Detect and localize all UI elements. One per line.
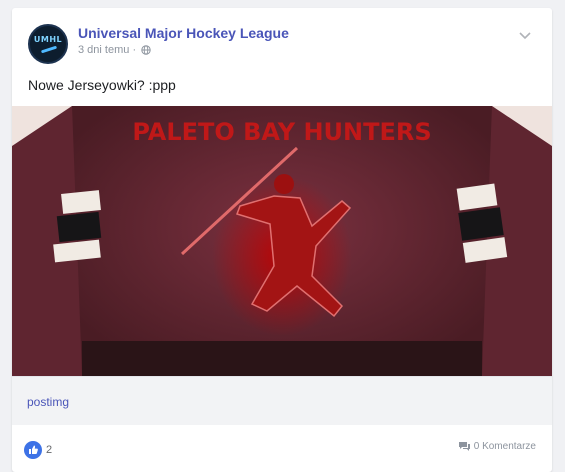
post-header: UMHL Universal Major Hockey League 3 dni… <box>28 24 538 64</box>
comments-label: 0 Komentarze <box>473 441 536 452</box>
comments-icon <box>458 442 470 451</box>
jersey-caption: PALETO BAY HUNTERS <box>132 118 431 146</box>
chevron-down-icon[interactable] <box>518 30 532 40</box>
link-preview[interactable]: postimg <box>12 376 552 425</box>
avatar[interactable]: UMHL <box>28 24 68 64</box>
post-timestamp[interactable]: 3 dni temu <box>78 44 129 56</box>
post-image[interactable]: PALETO BAY HUNTERS <box>12 106 552 376</box>
page-name-link[interactable]: Universal Major Hockey League <box>78 25 289 41</box>
link-label[interactable]: postimg <box>27 395 69 409</box>
meta-separator: · <box>132 44 137 57</box>
avatar-logo-text: UMHL <box>33 35 63 44</box>
hockey-stick-icon <box>40 45 58 54</box>
jersey-image: PALETO BAY HUNTERS <box>12 106 552 376</box>
thumbs-up-icon[interactable] <box>24 441 42 459</box>
post-text: Nowe Jerseyowki? :ppp <box>28 77 176 93</box>
post-footer: 2 0 Komentarze <box>12 424 552 472</box>
globe-icon <box>141 45 151 55</box>
post-meta: 3 dni temu · <box>78 44 151 56</box>
comments-link[interactable]: 0 Komentarze <box>458 441 536 452</box>
post-card: UMHL Universal Major Hockey League 3 dni… <box>12 8 552 472</box>
like-count[interactable]: 2 <box>46 444 52 456</box>
